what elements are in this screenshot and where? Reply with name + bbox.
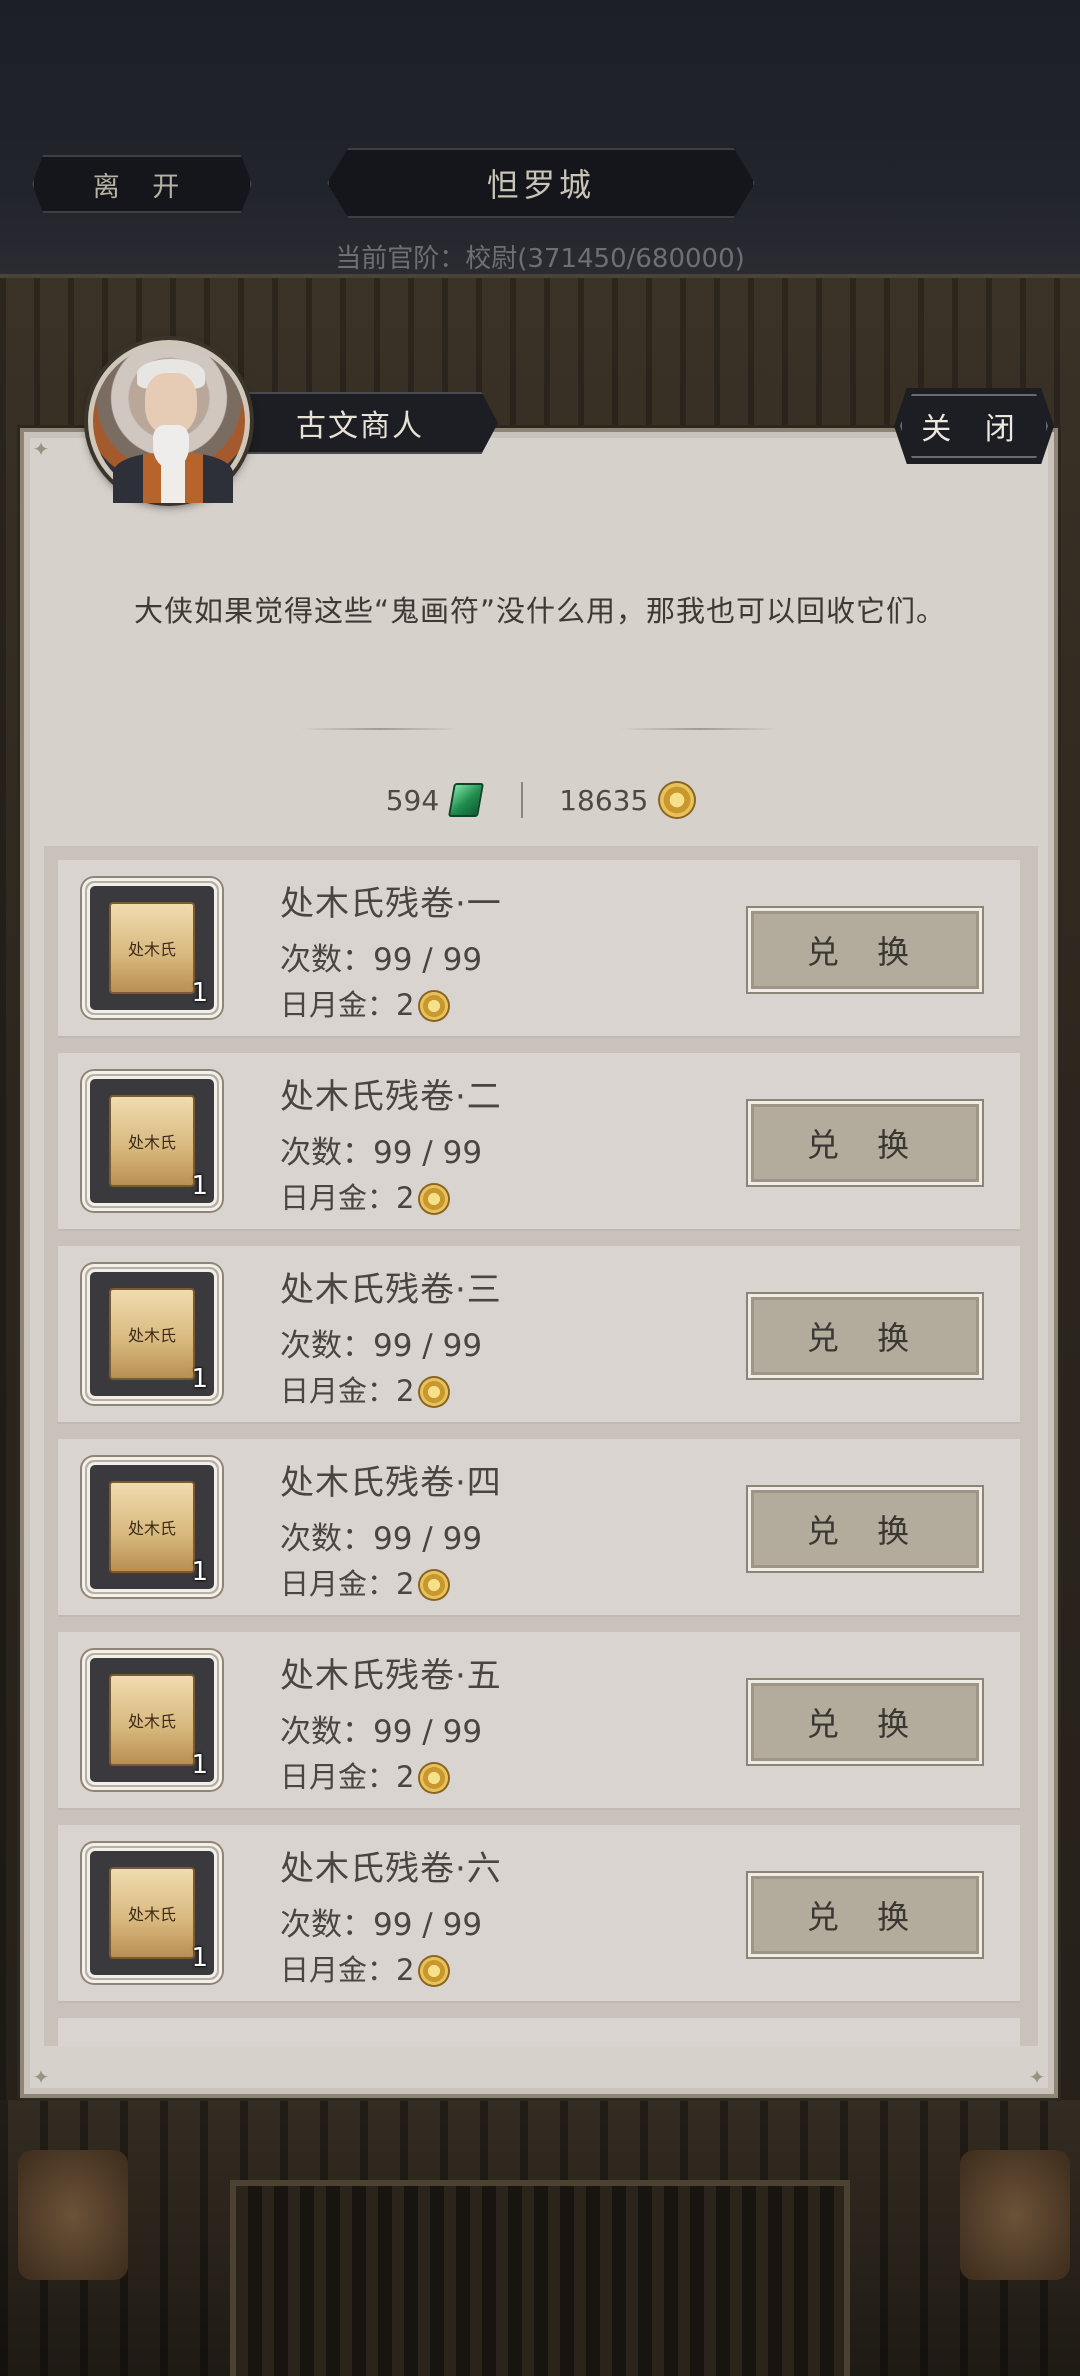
scroll-icon: 处木氏 [109,1481,195,1573]
exchange-button[interactable]: 兑 换 [748,1101,982,1185]
sun-moon-gold-coin-icon [420,1185,449,1213]
corner-ornament-icon: ✦ [32,437,50,461]
leave-button[interactable]: 离 开 [32,155,252,213]
item-name: 处木氏残卷·四 [280,1463,502,1503]
item-count: 1 [191,978,208,1008]
list-item-partial [58,2018,1020,2046]
item-thumbnail[interactable]: 处木氏 1 [82,1071,222,1211]
item-count: 1 [191,1750,208,1780]
scroll-icon: 处木氏 [109,1095,195,1187]
scroll-icon: 处木氏 [109,1867,195,1959]
list-item: 处木氏 1 处木氏残卷·三 次数：99 / 99 日月金：2 兑 换 [58,1246,1020,1424]
scroll-icon: 处木氏 [109,1288,195,1380]
item-count: 1 [191,1171,208,1201]
list-item: 处木氏 1 处木氏残卷·六 次数：99 / 99 日月金：2 兑 换 [58,1825,1020,2003]
sun-moon-gold-coin-icon [660,783,695,817]
item-name: 处木氏残卷·三 [280,1270,502,1310]
gold-currency: 18635 [559,783,695,817]
npc-name: 古文商人 [296,409,424,444]
item-price-label: 日月金：2 [280,1567,415,1601]
item-times: 次数：99 / 99 [280,1328,483,1364]
scroll-icon: 处木氏 [109,1674,195,1766]
top-header: 离 开 怛罗城 当前官阶：校尉(371450/680000) [0,0,1080,278]
city-name: 怛罗城 [486,166,595,204]
item-times: 次数：99 / 99 [280,1135,483,1171]
item-list[interactable]: 处木氏 1 处木氏残卷·一 次数：99 / 99 日月金：2 兑 换 处木氏 1… [44,846,1038,2046]
item-price: 日月金：2 [280,1368,449,1410]
screen: 离 开 怛罗城 当前官阶：校尉(371450/680000) ✦ ✦ ✦ ✦ 古… [0,0,1080,2376]
item-times: 次数：99 / 99 [280,942,483,978]
item-name: 处木氏残卷·二 [280,1077,502,1117]
item-name: 处木氏残卷·一 [280,884,502,924]
item-price-label: 日月金：2 [280,1760,415,1794]
currency-bar: 594 18635 [0,776,1080,824]
list-item: 处木氏 1 处木氏残卷·四 次数：99 / 99 日月金：2 兑 换 [58,1439,1020,1617]
npc-name-tag: 古文商人 [222,392,498,454]
item-times: 次数：99 / 99 [280,1714,483,1750]
item-price: 日月金：2 [280,982,449,1024]
item-name: 处木氏残卷·六 [280,1849,502,1889]
barrel-decoration [18,2150,128,2280]
list-item: 处木氏 1 处木氏残卷·一 次数：99 / 99 日月金：2 兑 换 [58,860,1020,1038]
item-price-label: 日月金：2 [280,1953,415,1987]
city-title: 怛罗城 [327,148,755,218]
jade-currency: 594 [385,783,485,817]
item-times: 次数：99 / 99 [280,1907,483,1943]
exchange-button[interactable]: 兑 换 [748,908,982,992]
item-price-label: 日月金：2 [280,1181,415,1215]
item-count: 1 [191,1943,208,1973]
sun-moon-gold-coin-icon [420,1764,449,1792]
npc-message: 大侠如果觉得这些“鬼画符”没什么用，那我也可以回收它们。 [133,594,947,628]
sun-moon-gold-coin-icon [420,1571,449,1599]
jade-icon [448,783,485,817]
item-thumbnail[interactable]: 处木氏 1 [82,1457,222,1597]
exchange-button[interactable]: 兑 换 [748,1487,982,1571]
item-price: 日月金：2 [280,1175,449,1217]
item-thumbnail[interactable]: 处木氏 1 [82,1843,222,1983]
exchange-button[interactable]: 兑 换 [748,1680,982,1764]
corner-ornament-icon: ✦ [1028,2065,1046,2089]
scroll-icon: 处木氏 [109,902,195,994]
npc-avatar [88,340,250,503]
list-item: 处木氏 1 处木氏残卷·二 次数：99 / 99 日月金：2 兑 换 [58,1053,1020,1231]
leave-button-label: 离 开 [92,171,192,203]
jade-amount: 594 [385,783,440,817]
list-item: 处木氏 1 处木氏残卷·五 次数：99 / 99 日月金：2 兑 换 [58,1632,1020,1810]
item-thumbnail[interactable]: 处木氏 1 [82,1650,222,1790]
divider-right [620,728,780,730]
item-count: 1 [191,1557,208,1587]
item-count: 1 [191,1364,208,1394]
item-name: 处木氏残卷·五 [280,1656,502,1696]
divider-left [300,728,460,730]
currency-separator [521,782,524,818]
background-gate [230,2180,850,2376]
exchange-button[interactable]: 兑 换 [748,1873,982,1957]
corner-ornament-icon: ✦ [32,2065,50,2089]
item-price: 日月金：2 [280,1947,449,1989]
item-price: 日月金：2 [280,1754,449,1796]
close-button-label: 关 闭 [921,412,1027,447]
sun-moon-gold-coin-icon [420,1378,449,1406]
item-thumbnail[interactable]: 处木氏 1 [82,878,222,1018]
barrel-decoration [960,2150,1070,2280]
exchange-button[interactable]: 兑 换 [748,1294,982,1378]
official-rank-text: 当前官阶：校尉(371450/680000) [335,244,745,274]
item-price-label: 日月金：2 [280,988,415,1022]
item-times: 次数：99 / 99 [280,1521,483,1557]
gold-amount: 18635 [559,783,649,817]
sun-moon-gold-coin-icon [420,992,449,1020]
sun-moon-gold-coin-icon [420,1957,449,1985]
item-price: 日月金：2 [280,1561,449,1603]
item-price-label: 日月金：2 [280,1374,415,1408]
item-thumbnail[interactable]: 处木氏 1 [82,1264,222,1404]
close-button[interactable]: 关 闭 [894,388,1054,464]
